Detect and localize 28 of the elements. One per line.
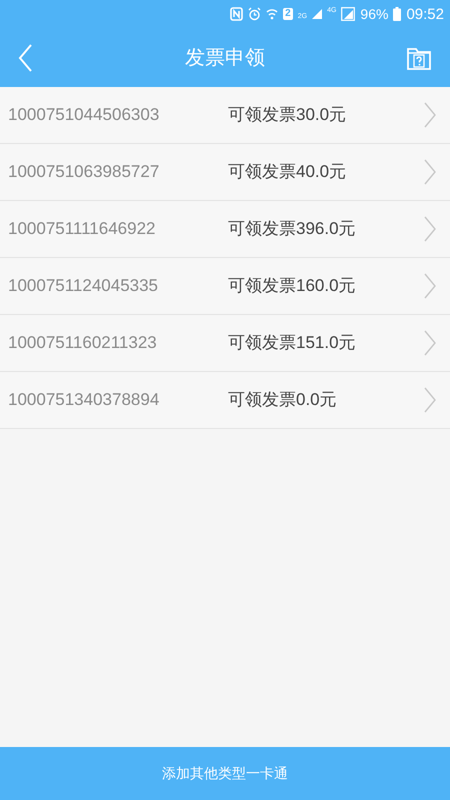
card-number: 1000751044506303 <box>8 104 160 126</box>
card-number: 1000751111646922 <box>8 218 156 240</box>
chevron-right-icon <box>424 387 436 413</box>
chevron-right-icon <box>424 330 436 356</box>
signal-icon <box>312 9 322 19</box>
alarm-icon <box>248 7 262 21</box>
invoice-amount: 可领发票30.0元 <box>228 104 348 126</box>
card-number: 1000751160211323 <box>8 332 158 354</box>
invoice-amount: 可领发票0.0元 <box>228 389 338 412</box>
chevron-right-icon <box>424 102 436 128</box>
card-number: 1000751340378894 <box>8 389 160 412</box>
chevron-right-icon <box>424 159 436 185</box>
signal-icon <box>341 7 356 21</box>
battery-icon <box>393 7 402 21</box>
battery-percent: 96% <box>360 7 388 21</box>
card-number: 1000751063985727 <box>8 161 160 184</box>
wifi-icon <box>266 7 278 21</box>
sim-badge: 2 <box>283 8 293 20</box>
invoice-amount: 可领发票396.0元 <box>228 218 357 240</box>
chevron-right-icon <box>424 273 436 299</box>
nfc-icon <box>230 7 244 21</box>
invoice-amount: 可领发票40.0元 <box>228 161 348 184</box>
invoice-amount: 可领发票160.0元 <box>228 275 357 298</box>
clock: 09:52 <box>406 6 444 22</box>
invoice-amount: 可领发票151.0元 <box>228 332 357 354</box>
chevron-right-icon <box>424 216 436 242</box>
page-title: 发票申领 <box>185 46 265 70</box>
card-number: 1000751124045335 <box>8 275 160 298</box>
